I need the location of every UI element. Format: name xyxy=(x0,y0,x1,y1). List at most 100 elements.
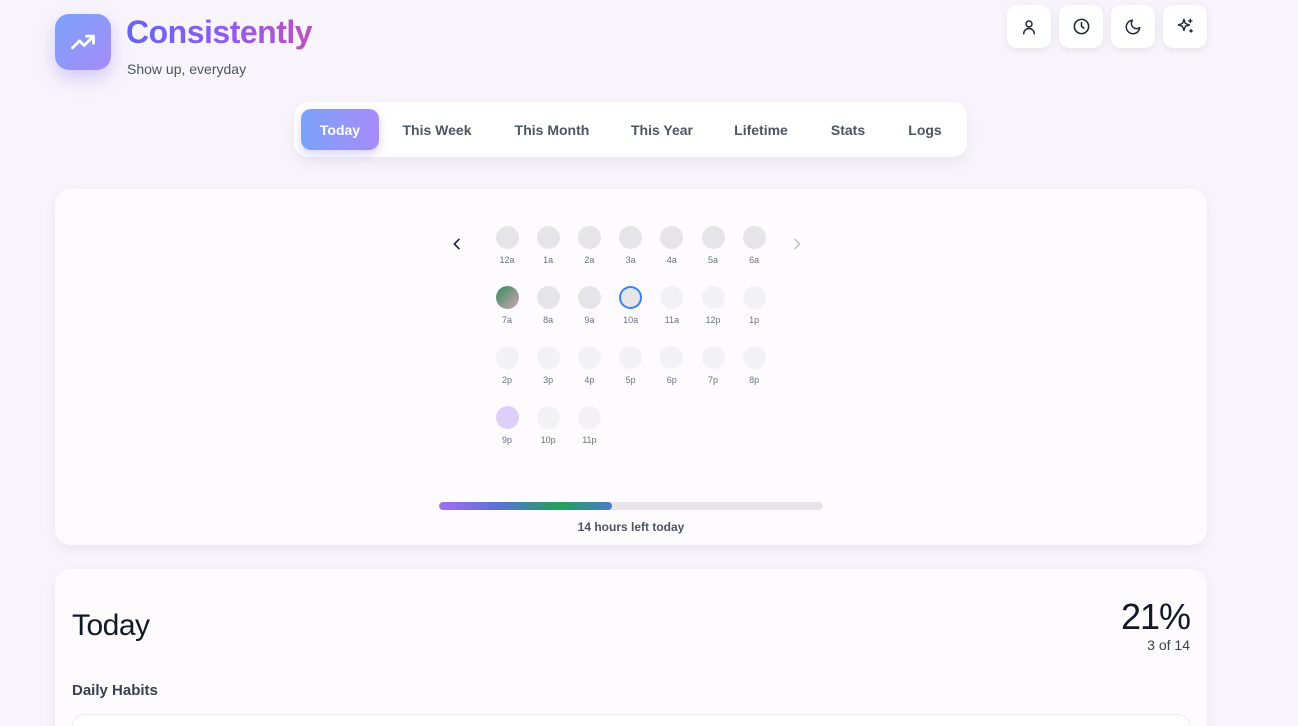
hour-cell[interactable]: 1p xyxy=(734,286,774,326)
trending-up-icon xyxy=(71,34,95,50)
hour-cell[interactable]: 9p xyxy=(487,406,527,446)
hour-dot xyxy=(577,286,601,309)
hour-dot xyxy=(577,406,601,429)
daily-habits-heading: Daily Habits xyxy=(72,682,158,699)
prev-day-button[interactable] xyxy=(449,236,465,252)
hour-cell[interactable]: 1a xyxy=(528,226,568,266)
hour-label: 3p xyxy=(543,375,554,385)
hour-label: 6p xyxy=(666,375,677,385)
hour-dot xyxy=(536,346,560,369)
hour-label: 5p xyxy=(625,375,636,385)
history-button[interactable] xyxy=(1059,5,1103,48)
hour-cell[interactable]: 8p xyxy=(734,346,774,386)
hour-label: 6a xyxy=(749,255,760,265)
hour-cell[interactable]: 2p xyxy=(487,346,527,386)
hour-dot xyxy=(619,346,643,369)
chevron-left-icon xyxy=(453,238,460,250)
header-actions xyxy=(1007,5,1207,48)
hour-label: 11p xyxy=(582,435,597,445)
hour-cell[interactable]: 5a xyxy=(693,226,733,266)
hour-cell[interactable]: 11a xyxy=(652,286,692,326)
day-progress-bar xyxy=(439,502,823,510)
hour-cell[interactable]: 9a xyxy=(569,286,609,326)
tab-today[interactable]: Today xyxy=(301,109,379,150)
hour-dot xyxy=(536,406,560,429)
app-tagline: Show up, everyday xyxy=(127,61,247,77)
hour-dot xyxy=(495,406,519,429)
hour-label: 5a xyxy=(707,255,718,265)
hour-cell[interactable]: 3p xyxy=(528,346,568,386)
app-title: Consistently xyxy=(126,14,313,50)
hour-cell[interactable]: 6p xyxy=(652,346,692,386)
hour-cell[interactable]: 6a xyxy=(734,226,774,266)
completion-count: 3 of 14 xyxy=(1147,637,1190,653)
hour-cell[interactable]: 10p xyxy=(528,406,568,446)
tab-logs[interactable]: Logs xyxy=(895,109,955,150)
hour-label: 10p xyxy=(540,435,556,445)
hour-dot xyxy=(701,286,725,309)
hour-label: 8a xyxy=(543,315,554,325)
app-logo xyxy=(55,14,111,70)
sparkles-icon xyxy=(1177,18,1193,33)
hour-label: 12a xyxy=(499,255,515,265)
tab-this-year[interactable]: This Year xyxy=(620,109,704,150)
hour-cell[interactable]: 12p xyxy=(693,286,733,326)
hour-label: 4p xyxy=(584,375,595,385)
hour-dot xyxy=(660,346,684,369)
today-title: Today xyxy=(72,609,150,642)
hour-dot xyxy=(701,346,725,369)
hour-dot xyxy=(742,286,766,309)
hour-dot xyxy=(701,226,725,249)
hour-label: 12p xyxy=(705,315,721,325)
hour-dot xyxy=(660,226,684,249)
hour-cell[interactable]: 7p xyxy=(693,346,733,386)
hour-dot xyxy=(495,346,519,369)
hour-label: 9a xyxy=(584,315,595,325)
hour-cell[interactable]: 7a xyxy=(487,286,527,326)
hour-cell[interactable]: 11p xyxy=(569,406,609,446)
hour-dot xyxy=(577,346,601,369)
hour-cell[interactable]: 4p xyxy=(569,346,609,386)
tab-lifetime[interactable]: Lifetime xyxy=(722,109,800,150)
hour-cell[interactable]: 10a xyxy=(611,286,651,326)
hour-dot xyxy=(577,226,601,249)
hour-cell[interactable]: 8a xyxy=(528,286,568,326)
moon-icon xyxy=(1125,19,1141,34)
hour-label: 10a xyxy=(623,315,639,325)
hour-cell[interactable]: 5p xyxy=(611,346,651,386)
day-progress-fill xyxy=(439,502,612,510)
hour-cell[interactable]: 2a xyxy=(569,226,609,266)
hour-dot xyxy=(495,226,519,249)
sparkles-button[interactable] xyxy=(1163,5,1207,48)
hour-cell[interactable]: 4a xyxy=(652,226,692,266)
tab-this-month[interactable]: This Month xyxy=(502,109,602,150)
clock-icon xyxy=(1073,18,1089,35)
hour-label: 8p xyxy=(749,375,760,385)
theme-toggle-button[interactable] xyxy=(1111,5,1155,48)
period-tabs: Today This Week This Month This Year Lif… xyxy=(294,102,967,157)
hour-label: 7a xyxy=(501,315,512,325)
habit-list xyxy=(72,714,1190,726)
hour-label: 7p xyxy=(707,375,718,385)
hours-left-text: 14 hours left today xyxy=(577,520,685,534)
hour-dot xyxy=(495,286,519,309)
hour-dot xyxy=(742,226,766,249)
hour-label: 11a xyxy=(664,315,679,325)
hour-dot xyxy=(619,226,643,249)
hour-label: 3a xyxy=(625,255,636,265)
hour-label: 2p xyxy=(501,375,512,385)
hour-dot xyxy=(742,346,766,369)
chevron-right-icon xyxy=(794,238,801,250)
hour-cell[interactable]: 3a xyxy=(611,226,651,266)
tab-this-week[interactable]: This Week xyxy=(392,109,482,150)
hour-dot xyxy=(536,286,560,309)
user-icon xyxy=(1023,19,1035,34)
hour-dot xyxy=(619,286,643,309)
hour-cell[interactable]: 12a xyxy=(487,226,527,266)
tab-stats[interactable]: Stats xyxy=(820,109,876,150)
hour-label: 4a xyxy=(666,255,677,265)
today-card: Today 21% 3 of 14 Daily Habits xyxy=(55,569,1207,726)
profile-button[interactable] xyxy=(1007,5,1051,48)
next-day-button[interactable] xyxy=(789,236,805,252)
hour-label: 1a xyxy=(543,255,554,265)
